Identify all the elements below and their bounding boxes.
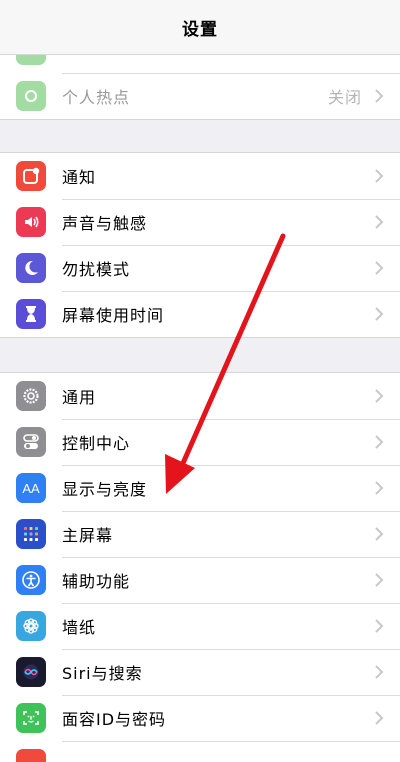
settings-row-face-id[interactable]: 面容ID与密码 [0, 695, 400, 741]
chevron-right-icon [375, 435, 384, 449]
settings-row-display[interactable]: AA 显示与亮度 [0, 465, 400, 511]
notification-icon [16, 161, 46, 191]
settings-row-notifications[interactable]: 通知 [0, 153, 400, 199]
chevron-right-icon [375, 481, 384, 495]
chevron-right-icon [375, 89, 384, 103]
hourglass-icon [16, 299, 46, 329]
group-general: 通用 控制中心 AA 显示与亮度 主屏幕 辅助功能 墙纸 Siri与搜索 面容I… [0, 372, 400, 762]
chevron-right-icon [375, 665, 384, 679]
settings-row-general[interactable]: 通用 [0, 373, 400, 419]
speaker-icon [16, 207, 46, 237]
chevron-right-icon [375, 307, 384, 321]
accessibility-icon [16, 565, 46, 595]
control-center-label: 控制中心 [62, 434, 131, 453]
settings-row-accessibility[interactable]: 辅助功能 [0, 557, 400, 603]
chevron-right-icon [375, 711, 384, 725]
chevron-right-icon [375, 389, 384, 403]
home-grid-icon [16, 519, 46, 549]
gear-icon [16, 381, 46, 411]
screen-time-label: 屏幕使用时间 [62, 306, 165, 325]
face-id-label: 面容ID与密码 [62, 710, 167, 729]
siri-icon [16, 657, 46, 687]
chevron-right-icon [375, 261, 384, 275]
settings-row-dnd[interactable]: 勿扰模式 [0, 245, 400, 291]
settings-row-screen-time[interactable]: 屏幕使用时间 [0, 291, 400, 337]
chevron-right-icon [375, 573, 384, 587]
aa-text-glyph: AA [22, 480, 40, 496]
display-label: 显示与亮度 [62, 480, 148, 499]
aa-text-icon: AA [16, 473, 46, 503]
chevron-right-icon [375, 619, 384, 633]
page-title: 设置 [182, 19, 218, 40]
settings-row-hotspot[interactable]: 个人热点 关闭 [0, 73, 400, 119]
settings-row-wallpaper[interactable]: 墙纸 [0, 603, 400, 649]
settings-row-siri[interactable]: Siri与搜索 [0, 649, 400, 695]
group-notifications: 通知 声音与触感 勿扰模式 屏幕使用时间 [0, 152, 400, 338]
settings-row-partial-bottom[interactable] [0, 741, 400, 762]
settings-row-sounds[interactable]: 声音与触感 [0, 199, 400, 245]
hotspot-label: 个人热点 [62, 88, 131, 107]
sos-icon [16, 749, 46, 762]
notifications-label: 通知 [62, 168, 97, 187]
chevron-right-icon [375, 527, 384, 541]
hotspot-value: 关闭 [327, 88, 362, 107]
sounds-label: 声音与触感 [62, 214, 148, 233]
dnd-label: 勿扰模式 [62, 260, 131, 279]
moon-icon [16, 253, 46, 283]
face-id-icon [16, 703, 46, 733]
accessibility-label: 辅助功能 [62, 572, 131, 591]
general-label: 通用 [62, 388, 97, 407]
flower-icon [16, 611, 46, 641]
hotspot-icon [16, 81, 46, 111]
home-screen-label: 主屏幕 [62, 526, 114, 545]
settings-row-home-screen[interactable]: 主屏幕 [0, 511, 400, 557]
wallpaper-label: 墙纸 [62, 618, 97, 637]
settings-row-control-center[interactable]: 控制中心 [0, 419, 400, 465]
siri-label: Siri与搜索 [62, 664, 143, 683]
chevron-right-icon [375, 169, 384, 183]
toggles-icon [16, 427, 46, 457]
chevron-right-icon [375, 215, 384, 229]
navigation-bar: 设置 [0, 0, 400, 55]
